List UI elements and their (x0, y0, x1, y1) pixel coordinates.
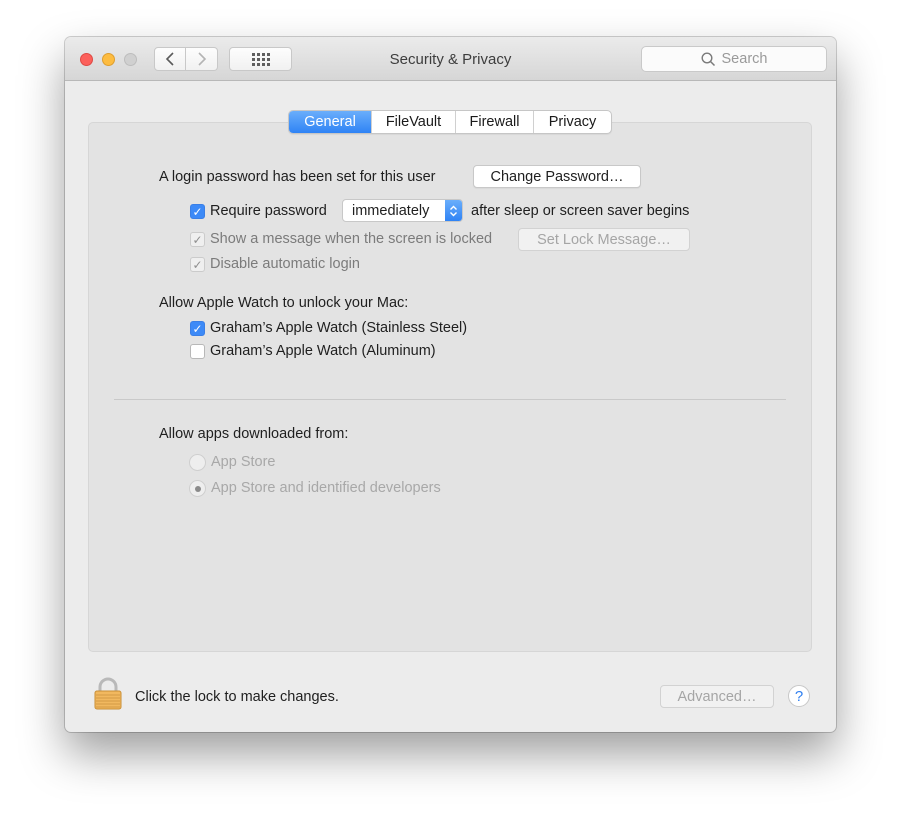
tab-privacy[interactable]: Privacy (533, 111, 611, 133)
lock-button[interactable] (93, 677, 123, 715)
search-icon (701, 51, 715, 66)
apple-watch-stainless-checkbox[interactable]: ✓ (190, 321, 205, 336)
radio-app-store-identified[interactable] (189, 480, 206, 497)
help-button[interactable]: ? (788, 685, 810, 707)
radio-app-store-identified-label: App Store and identified developers (211, 480, 441, 496)
popup-arrows-icon (445, 200, 462, 221)
lock-instruction-text: Click the lock to make changes. (135, 689, 339, 705)
radio-selected-dot (194, 485, 201, 492)
tab-filevault[interactable]: FileVault (371, 111, 455, 133)
require-password-delay-popup[interactable]: immediately (342, 199, 463, 222)
apple-watch-stainless-label: Graham’s Apple Watch (Stainless Steel) (210, 320, 468, 336)
security-privacy-window: Security & Privacy Search General FileVa… (65, 37, 836, 732)
show-message-checkbox[interactable]: ✓ (190, 232, 205, 247)
checkmark-icon: ✓ (192, 257, 203, 272)
apple-watch-aluminum-checkbox[interactable] (190, 344, 205, 359)
apple-watch-heading: Allow Apple Watch to unlock your Mac: (159, 295, 409, 311)
tab-bar: General FileVault Firewall Privacy (288, 110, 612, 134)
tab-general[interactable]: General (289, 111, 371, 133)
require-password-delay-value: immediately (352, 202, 430, 219)
title-bar: Security & Privacy Search (65, 37, 836, 81)
padlock-icon (94, 677, 122, 710)
show-message-label: Show a message when the screen is locked (210, 231, 493, 247)
downloads-heading: Allow apps downloaded from: (159, 426, 349, 442)
checkmark-icon: ✓ (192, 232, 203, 247)
login-password-text: A login password has been set for this u… (159, 169, 436, 185)
disable-auto-login-label: Disable automatic login (210, 256, 360, 272)
change-password-button[interactable]: Change Password… (473, 165, 641, 188)
search-placeholder: Search (721, 51, 768, 67)
require-password-suffix: after sleep or screen saver begins (471, 203, 690, 219)
radio-app-store[interactable] (189, 454, 206, 471)
checkmark-icon: ✓ (192, 204, 203, 219)
tab-firewall[interactable]: Firewall (455, 111, 533, 133)
section-divider (114, 399, 786, 400)
set-lock-message-button[interactable]: Set Lock Message… (518, 228, 690, 251)
require-password-checkbox[interactable]: ✓ (190, 204, 205, 219)
advanced-button[interactable]: Advanced… (660, 685, 774, 708)
radio-app-store-label: App Store (211, 454, 276, 470)
disable-auto-login-checkbox[interactable]: ✓ (190, 257, 205, 272)
require-password-label: Require password (210, 203, 327, 219)
search-field[interactable]: Search (641, 46, 827, 72)
apple-watch-aluminum-label: Graham’s Apple Watch (Aluminum) (210, 343, 436, 359)
checkmark-icon: ✓ (192, 321, 203, 336)
